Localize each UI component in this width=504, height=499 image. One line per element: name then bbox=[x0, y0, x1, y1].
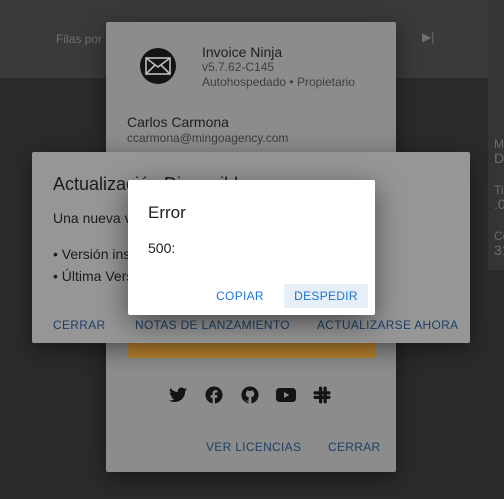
update-now-button[interactable]: ACTUALIZARSE AHORA bbox=[317, 318, 458, 332]
invoice-ninja-logo-icon bbox=[140, 48, 176, 84]
rows-per-page-label: Filas por p bbox=[56, 32, 113, 46]
dismiss-button[interactable]: DESPEDIR bbox=[284, 284, 368, 308]
side-text: Co bbox=[494, 229, 504, 243]
update-close-button[interactable]: CERRAR bbox=[53, 318, 105, 332]
user-name: Carlos Carmona bbox=[127, 114, 229, 130]
last-page-icon: ▶| bbox=[422, 30, 435, 44]
side-text: .0 bbox=[494, 196, 504, 212]
side-text: Tip bbox=[494, 183, 504, 197]
app-name: Invoice Ninja bbox=[202, 44, 283, 60]
app-mode: Autohospedado • Propietario bbox=[202, 75, 355, 89]
slack-icon[interactable] bbox=[312, 385, 332, 405]
error-dialog-title: Error bbox=[148, 203, 186, 222]
facebook-icon[interactable] bbox=[204, 385, 224, 405]
youtube-icon[interactable] bbox=[276, 385, 296, 405]
release-notes-button[interactable]: NOTAS DE LANZAMIENTO bbox=[135, 318, 290, 332]
app-version: v5.7.62-C145 bbox=[202, 60, 275, 74]
error-dialog: Error 500: COPIAR DESPEDIR bbox=[128, 180, 375, 315]
github-icon[interactable] bbox=[240, 385, 260, 405]
user-email: ccarmona@mingoagency.com bbox=[127, 131, 289, 145]
twitter-icon[interactable] bbox=[168, 385, 188, 405]
copy-button[interactable]: COPIAR bbox=[209, 284, 271, 308]
side-text: 31 bbox=[494, 242, 504, 258]
social-links bbox=[168, 385, 332, 405]
side-text: Mo bbox=[494, 137, 504, 151]
view-licenses-button[interactable]: VER LICENCIAS bbox=[206, 440, 301, 454]
error-message: 500: bbox=[148, 240, 176, 256]
side-text: De bbox=[494, 150, 504, 166]
about-close-button[interactable]: CERRAR bbox=[328, 440, 380, 454]
